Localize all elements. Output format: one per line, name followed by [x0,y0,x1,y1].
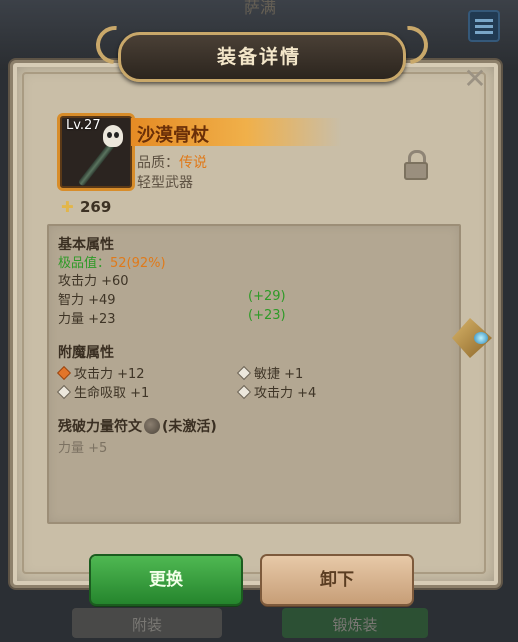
title-banner: 装备详情 [88,18,436,82]
basic-attributes-title: 基本属性 [58,237,114,253]
enchant-item: 生命吸取 +1 [58,382,149,401]
power-value: 269 [80,198,112,216]
background-button-right: 锻炼装 [282,608,428,638]
intelligence-stat: 智力 +49 [58,293,116,308]
item-icon-frame[interactable]: Lv.27 [57,113,135,191]
enchant-item: 攻击力 +4 [238,382,316,401]
enchant-item: 攻击力 +12 [58,363,145,382]
grey-diamond-icon [238,367,250,379]
enchant-item: 敏捷 +1 [238,363,303,382]
grey-diamond-icon [58,386,70,398]
grade-value: 52(92%) [110,256,166,271]
item-level: Lv.27 [66,118,101,133]
attack-stat: 攻击力 +60 [58,274,129,289]
background-button-left: 附装 [72,608,222,638]
skull-icon [103,125,123,147]
power-icon: ✚ [61,198,74,216]
item-quality: 品质：传说 [137,152,207,172]
rune-stat: 力量 +5 [58,441,108,456]
close-button[interactable]: ✕ [462,65,488,93]
menu-icon[interactable] [468,10,500,42]
bone-staff-icon [77,141,116,187]
background-title: 萨满 [243,0,276,17]
item-type: 轻型武器 [137,175,193,191]
grade-value-line: 极品值：52(92%) [58,252,166,271]
replace-button[interactable]: 更换 [91,556,241,604]
rune-title-line: 残破力量符文 (未激活) [58,416,217,436]
grade-label: 极品值： [58,256,111,271]
next-arrow-button[interactable] [446,310,504,366]
quality-value: 传说 [179,155,207,171]
unequip-button[interactable]: 卸下 [262,556,412,604]
rune-status: (未激活) [162,419,217,435]
quality-label: 品质： [137,155,179,171]
item-name: 沙漠骨杖 [137,125,209,146]
enchant-attributes-title: 附魔属性 [58,345,114,361]
strength-bonus: (+23) [248,308,286,323]
rune-title: 残破力量符文 [58,419,142,435]
dialog-title: 装备详情 [216,46,301,68]
strength-stat: 力量 +23 [58,312,116,327]
grey-diamond-icon [238,386,250,398]
gem-icon [474,332,488,344]
lock-icon[interactable] [404,150,428,180]
orange-diamond-icon [58,367,70,379]
intelligence-bonus: (+29) [248,289,286,304]
rune-icon [144,418,160,434]
